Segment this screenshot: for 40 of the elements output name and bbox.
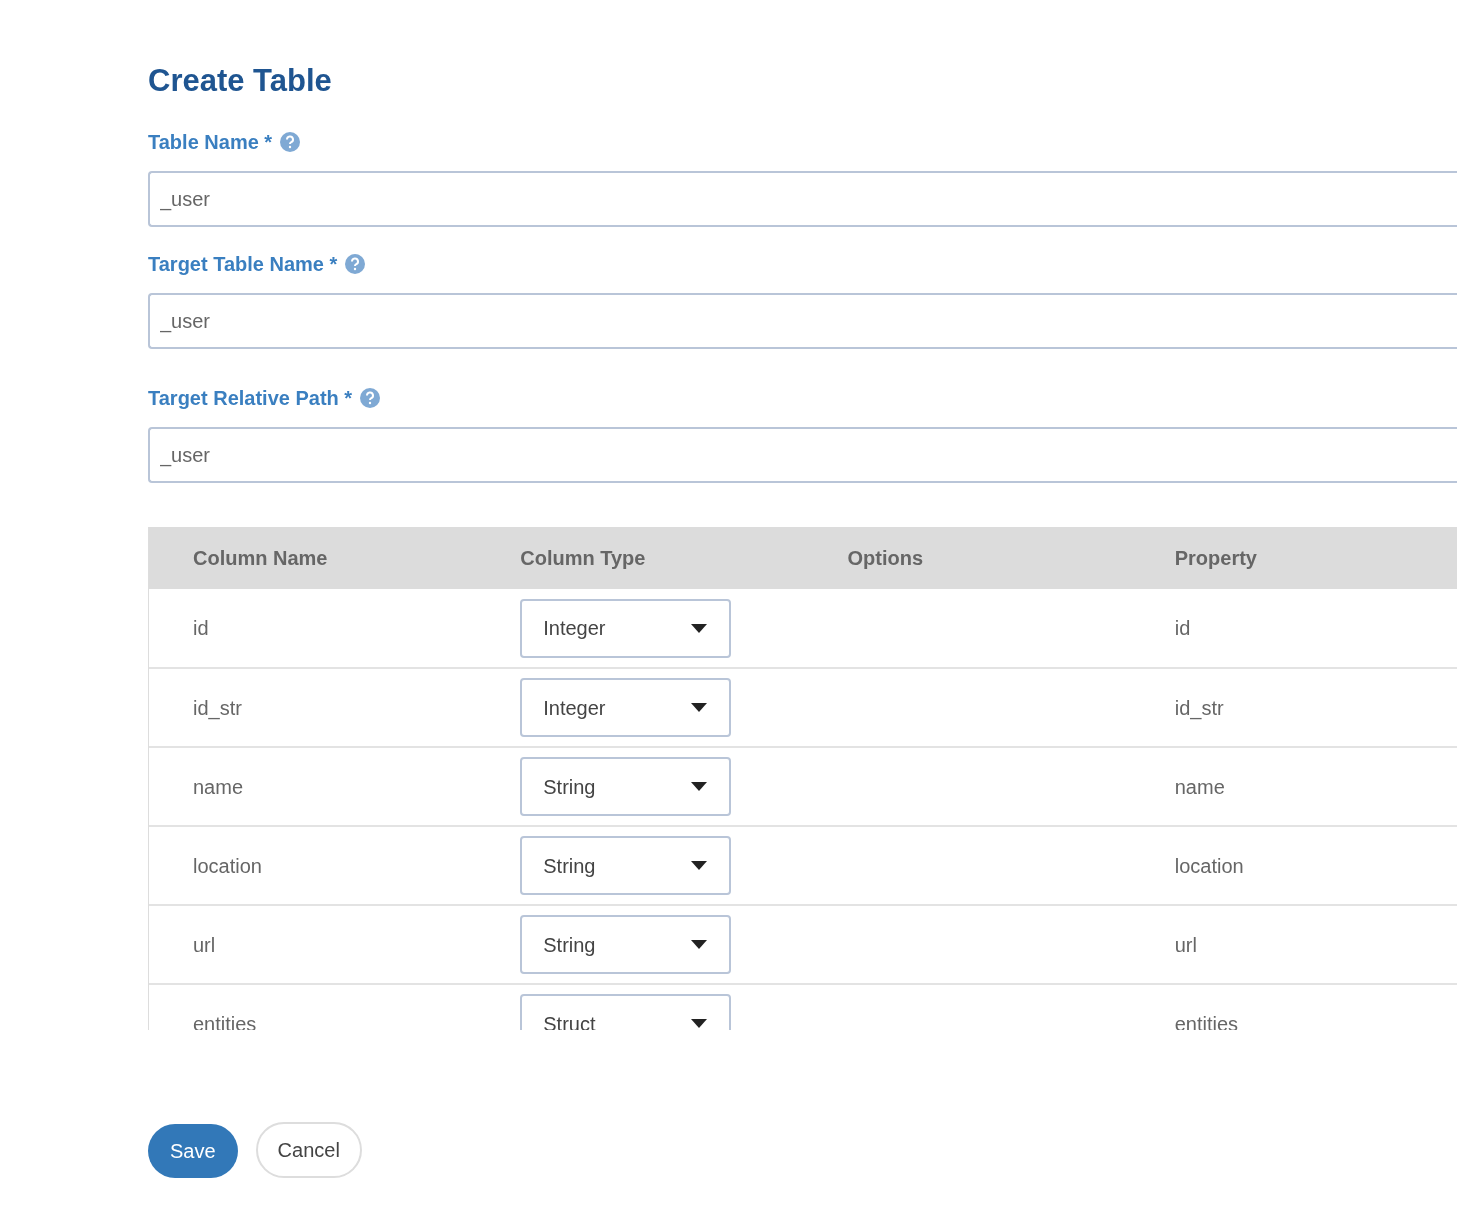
type-dropdown[interactable]: String [520, 836, 732, 896]
table-cell: id_str [149, 668, 477, 748]
column-header: Options [803, 527, 1131, 590]
table-cell: entities [1130, 984, 1457, 1031]
caret-icon [691, 861, 708, 871]
table-cell: id [149, 589, 477, 669]
caret-icon [691, 1019, 708, 1029]
help-icon[interactable] [345, 254, 366, 275]
text-field[interactable]: _user [148, 293, 1457, 350]
table-cell: name [1130, 747, 1457, 827]
column-header: Column Name [149, 527, 477, 590]
type-dropdown[interactable]: Struct [520, 994, 732, 1031]
cancel-button[interactable]: Cancel [255, 1122, 362, 1179]
text-field[interactable]: _user [148, 427, 1457, 484]
field-label: Table Name * [148, 130, 273, 156]
field-label: Target Table Name * [148, 252, 338, 278]
caret-icon [691, 782, 708, 792]
text-field[interactable]: _user [148, 171, 1457, 228]
caret-icon [691, 623, 708, 633]
table-cell: name [149, 747, 477, 827]
type-dropdown[interactable]: Integer [520, 678, 732, 738]
table-cell: id [1130, 589, 1457, 669]
table-cell: location [1130, 826, 1457, 906]
column-header: Column Type [476, 527, 804, 590]
table-cell: location [149, 826, 477, 906]
help-icon[interactable] [360, 388, 381, 409]
table-cell: url [1130, 905, 1457, 985]
save-button[interactable]: Save [148, 1124, 238, 1179]
column-header: Property [1130, 527, 1457, 590]
caret-icon [691, 703, 708, 713]
table-cell: entities [149, 984, 477, 1031]
type-dropdown[interactable]: String [520, 757, 732, 817]
help-icon[interactable] [280, 132, 301, 153]
page-title: Create Table [148, 62, 333, 100]
caret-icon [691, 940, 708, 950]
type-dropdown[interactable]: Integer [520, 598, 732, 658]
table-cell: id_str [1130, 668, 1457, 748]
table-cell: url [149, 905, 477, 985]
type-dropdown[interactable]: String [520, 915, 732, 975]
field-label: Target Relative Path * [148, 386, 353, 412]
